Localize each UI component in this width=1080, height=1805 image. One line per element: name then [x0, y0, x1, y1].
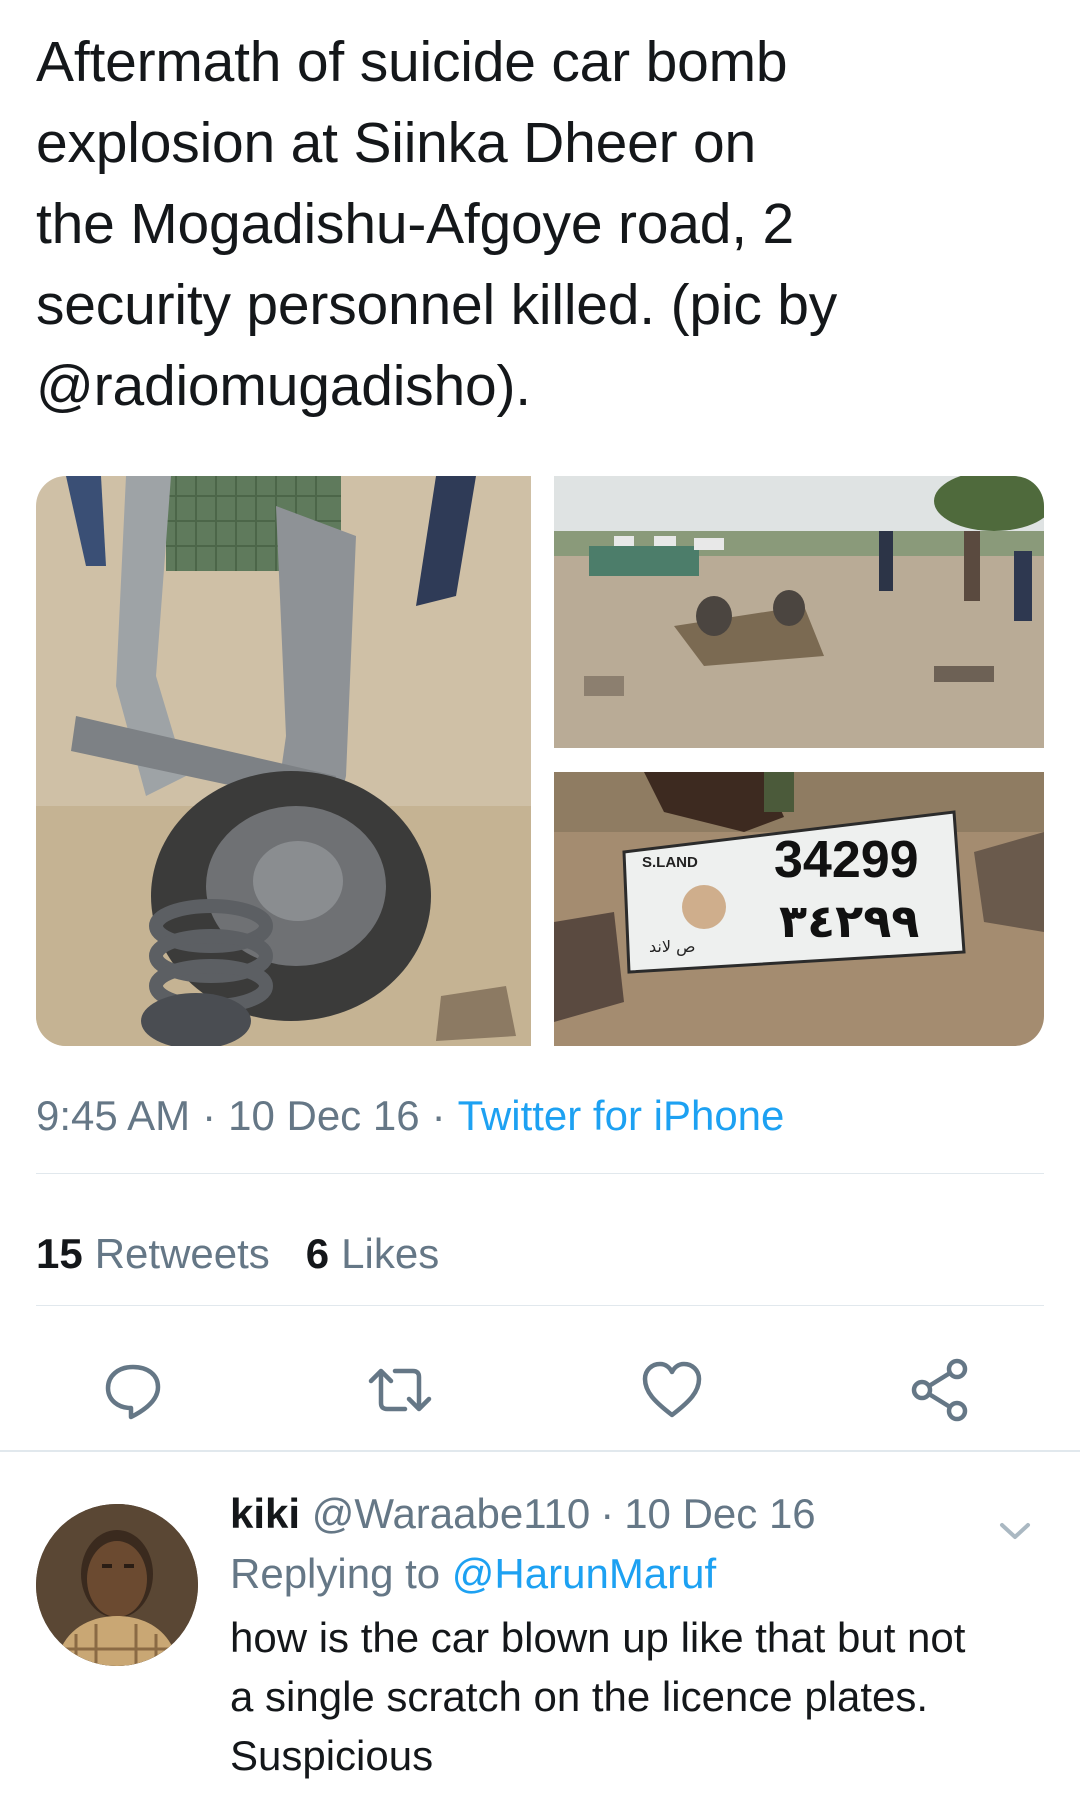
chevron-down-icon: [1000, 1523, 1030, 1539]
photo-wreckage-suspension[interactable]: [36, 476, 531, 1046]
replying-to: Replying to @HarunMaruf: [230, 1550, 716, 1598]
replying-label: Replying to: [230, 1550, 441, 1597]
reply-author-name[interactable]: kiki: [230, 1490, 300, 1537]
avatar-image: [36, 1504, 198, 1666]
license-plate-image: S.LAND 34299 ٣٤٢٩٩ ص لاند: [554, 772, 1044, 1046]
scene-image: [554, 476, 1044, 748]
tweet-text-line: security personnel killed. (pic by: [36, 273, 838, 337]
share-button[interactable]: [905, 1355, 975, 1425]
retweets-stat[interactable]: 15 Retweets: [36, 1230, 270, 1277]
retweets-count: 15: [36, 1230, 83, 1277]
divider: [36, 1173, 1044, 1174]
reply-date[interactable]: 10 Dec 16: [624, 1490, 815, 1537]
tweet-text: Aftermath of suicide car bomb explosion …: [36, 22, 1036, 427]
tweet-time: 9:45 AM: [36, 1092, 191, 1139]
divider: [36, 1305, 1044, 1306]
section-divider: [0, 1450, 1080, 1452]
reply-header: kiki @Waraabe110 · 10 Dec 16: [230, 1490, 816, 1538]
likes-label: Likes: [341, 1230, 440, 1277]
reply-icon: [105, 1364, 161, 1420]
separator: ·: [431, 1092, 446, 1139]
reply-text: how is the car blown up like that but no…: [230, 1608, 1050, 1785]
tweet-action-bar: [0, 1355, 1080, 1425]
replying-to-mention[interactable]: @HarunMaruf: [452, 1550, 716, 1597]
plate-arabic-number-text: ٣٤٢٩٩: [779, 894, 919, 948]
reply-button[interactable]: [98, 1355, 168, 1425]
reply-text-line: Suspicious: [230, 1732, 434, 1779]
separator: ·: [600, 1490, 615, 1537]
reply-text-line: how is the car blown up like that but no…: [230, 1614, 966, 1661]
retweet-icon: [368, 1368, 432, 1412]
tweet-text-line[interactable]: @radiomugadisho).: [36, 346, 1036, 427]
tweet-source-link[interactable]: Twitter for iPhone: [458, 1092, 785, 1139]
tweet-text-line: Aftermath of suicide car bomb: [36, 30, 788, 94]
tweet-date: 10 Dec 16: [228, 1092, 420, 1139]
like-button[interactable]: [637, 1355, 707, 1425]
tweet-metadata: 9:45 AM · 10 Dec 16 · Twitter for iPhone: [36, 1092, 784, 1140]
tweet-stats: 15 Retweets 6 Likes: [36, 1230, 439, 1278]
plate-brand-text: S.LAND: [642, 854, 698, 871]
retweets-label: Retweets: [94, 1230, 270, 1277]
likes-count: 6: [305, 1230, 330, 1277]
wreckage-image: [36, 476, 531, 1046]
plate-number-text: 34299: [774, 831, 919, 889]
tweet-text-line: the Mogadishu-Afgoye road, 2: [36, 192, 795, 256]
tweet-text-line: explosion at Siinka Dheer on: [36, 111, 757, 175]
photo-license-plate[interactable]: S.LAND 34299 ٣٤٢٩٩ ص لاند: [554, 772, 1044, 1046]
retweet-button[interactable]: [365, 1355, 435, 1425]
avatar[interactable]: [36, 1504, 198, 1666]
photo-blast-scene[interactable]: [554, 476, 1044, 748]
reply-menu-button[interactable]: [990, 1506, 1040, 1556]
reply-author-handle[interactable]: @Waraabe110: [312, 1490, 590, 1537]
reply-text-line: a single scratch on the licence plates.: [230, 1673, 929, 1720]
separator: ·: [202, 1092, 217, 1139]
tweet-media-grid: S.LAND 34299 ٣٤٢٩٩ ص لاند: [36, 476, 1044, 1046]
likes-stat[interactable]: 6 Likes: [306, 1230, 439, 1277]
plate-arabic-text: ص لاند: [649, 937, 695, 957]
heart-icon: [642, 1361, 702, 1418]
share-icon: [911, 1358, 968, 1422]
